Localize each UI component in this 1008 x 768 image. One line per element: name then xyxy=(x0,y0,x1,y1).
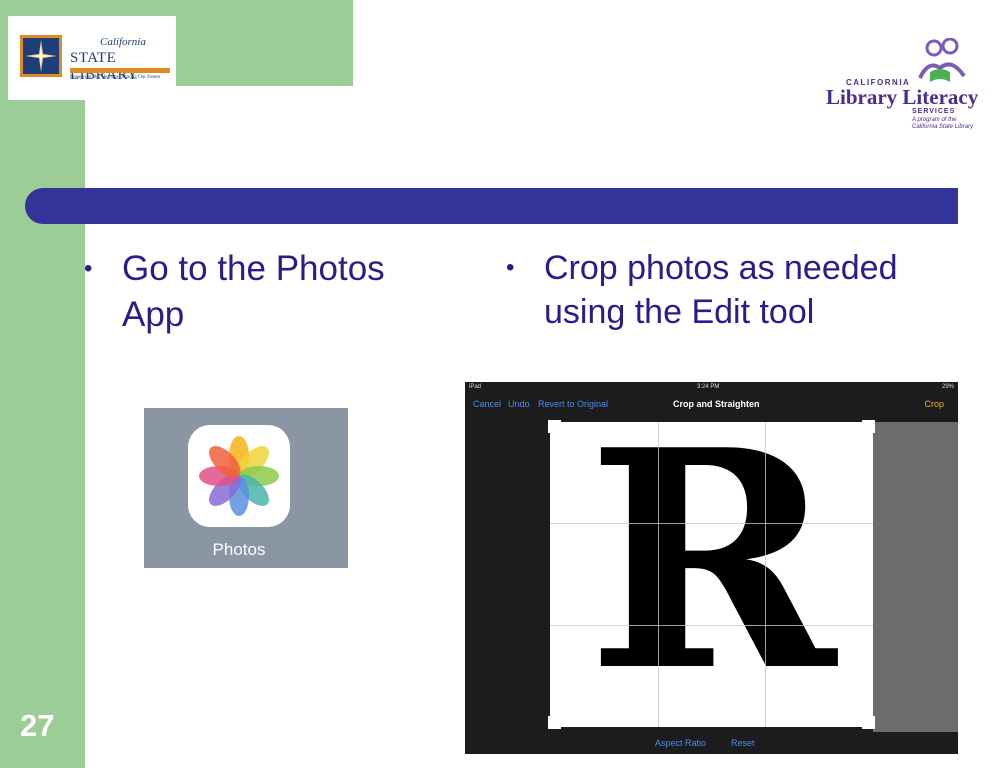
bullet-dot: • xyxy=(506,254,515,281)
cancel-button[interactable]: Cancel xyxy=(473,399,501,409)
crop-button[interactable]: Crop xyxy=(924,399,944,409)
crop-overlay-right xyxy=(873,422,958,732)
lls-services: SERVICES xyxy=(912,108,956,115)
photos-app-label: Photos xyxy=(212,540,266,559)
bullet-text: Crop photos as needed using the Edit too… xyxy=(544,249,898,331)
aspect-ratio-button[interactable]: Aspect Ratio xyxy=(655,738,706,748)
lls-note-line1: A program of the xyxy=(912,117,957,123)
crop-grid-line xyxy=(658,422,659,727)
logo-line-california: California xyxy=(100,36,146,48)
bullet-crop-photos: • Crop photos as needed using the Edit t… xyxy=(506,246,976,334)
bullet-text: Go to the Photos App xyxy=(122,249,385,334)
green-side-band xyxy=(0,0,85,768)
lls-note-line2: California State Library xyxy=(912,124,974,130)
crop-handle-top-left[interactable] xyxy=(548,420,561,433)
crop-handle-bottom-left[interactable] xyxy=(548,716,561,729)
status-battery: 29% xyxy=(941,384,954,390)
crop-grid-line xyxy=(765,422,766,727)
crop-grid-line xyxy=(550,523,873,524)
image-letter-r: R xyxy=(586,384,837,737)
reading-people-icon xyxy=(918,38,966,82)
status-device: iPad xyxy=(469,384,482,390)
california-state-library-logo: California STATE LIBRARY Preserving Our … xyxy=(8,16,176,100)
logo-tagline: Preserving Our Heritage, Sharing Our Fut… xyxy=(70,75,161,80)
crop-handle-bottom-right[interactable] xyxy=(862,716,875,729)
reset-button[interactable]: Reset xyxy=(731,738,755,748)
photos-flower-icon xyxy=(199,436,279,516)
star-emblem-icon xyxy=(20,35,62,77)
bullet-go-to-photos: • Go to the Photos App xyxy=(84,246,444,338)
slide-number: 27 xyxy=(20,708,55,743)
crop-canvas[interactable]: R xyxy=(548,396,875,729)
library-literacy-services-logo: CALIFORNIA Library Literacy SERVICES A p… xyxy=(818,38,988,138)
ipad-crop-screenshot: iPad 3:24 PM 29% Cancel Undo Revert to O… xyxy=(465,382,958,754)
crop-handle-top-right[interactable] xyxy=(862,420,875,433)
photos-app-screenshot: Photos xyxy=(144,408,348,568)
undo-button[interactable]: Undo xyxy=(508,399,530,409)
crop-grid-line xyxy=(550,625,873,626)
logo-orange-bar xyxy=(70,68,170,73)
lls-title: Library Literacy xyxy=(826,85,979,109)
bullet-dot: • xyxy=(84,255,93,282)
ipad-bottom-toolbar: Aspect Ratio Reset xyxy=(465,732,958,754)
photos-app-icon[interactable] xyxy=(188,425,290,527)
compass-star-icon xyxy=(25,40,57,72)
title-bar xyxy=(25,188,958,224)
